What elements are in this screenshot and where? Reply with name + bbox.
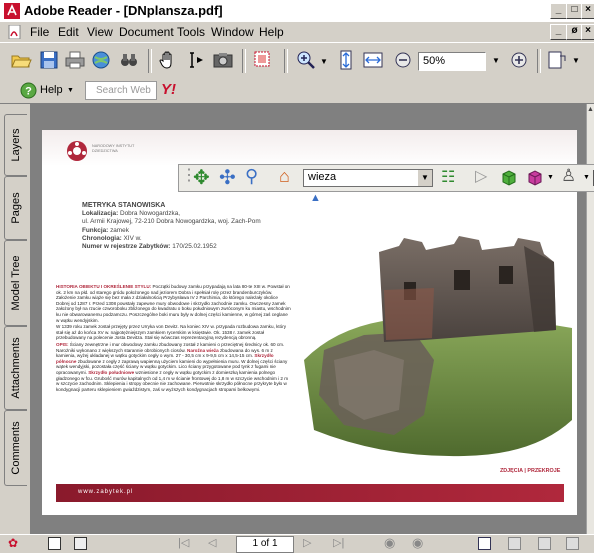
menu-file[interactable]: File [30, 25, 49, 39]
window-title: Adobe Reader - [DNplansza.pdf] [24, 3, 223, 18]
model-tree-toggle-icon[interactable]: ☷ [441, 167, 455, 187]
toolbar-separator [148, 49, 152, 73]
home-view-icon[interactable]: ⌂ [279, 166, 290, 187]
close-button[interactable]: × [581, 3, 594, 19]
institute-logo-icon [67, 141, 87, 161]
toolbar-collapse-triangle-icon[interactable]: ▲ [310, 192, 321, 204]
rotate-chevron-down-icon[interactable]: ▼ [572, 56, 580, 65]
first-page-icon[interactable]: |◁ [178, 536, 189, 549]
last-page-icon[interactable]: ▷| [333, 536, 344, 549]
menu-help[interactable]: Help [259, 25, 284, 39]
castle-3d-model[interactable] [304, 210, 572, 460]
site-metadata: METRYKA STANOWISKA Lokalizacja: Dobra No… [82, 202, 322, 251]
lighting-cube-icon[interactable] [525, 168, 545, 188]
snapshot-camera-icon[interactable] [212, 49, 234, 71]
status-bar: ✿ |◁ ◁ 1 of 1 ▷ ▷| ◉ ◉ [0, 534, 594, 553]
zoom-in-icon[interactable] [508, 49, 530, 71]
menu-edit[interactable]: Edit [58, 25, 79, 39]
facing-layout-icon[interactable] [538, 537, 551, 550]
doc-minimize-button[interactable]: _ [550, 24, 567, 40]
email-globe-icon[interactable] [90, 49, 112, 71]
page-number-field[interactable]: 1 of 1 [236, 536, 294, 553]
tab-comments[interactable]: Comments [4, 410, 27, 486]
rotate-pages-icon[interactable] [546, 49, 568, 71]
zoom-dropdown-chevron-down-icon[interactable]: ▼ [492, 56, 500, 65]
actual-size-icon[interactable] [335, 49, 357, 71]
previous-page-icon[interactable]: ◁ [208, 536, 216, 549]
search-web-placeholder: Search Web [96, 85, 151, 96]
toolbar-separator [284, 49, 288, 73]
tab-layers[interactable]: Layers [4, 114, 27, 176]
yahoo-logo-icon[interactable]: Y! [161, 81, 176, 98]
fit-width-icon[interactable] [362, 49, 384, 71]
tab-pages[interactable]: Pages [4, 176, 27, 240]
print-icon[interactable] [64, 49, 86, 71]
chevron-down-icon[interactable]: ▼ [320, 57, 328, 66]
view-select[interactable]: wieza ▼ [303, 169, 433, 187]
footer-url: www.zabytek.pl [78, 489, 134, 495]
help-chevron-down-icon[interactable]: ▼ [67, 87, 74, 94]
toolbar-separator [242, 49, 246, 73]
view-select-chevron-down-icon[interactable]: ▼ [418, 170, 432, 186]
navigation-panel: Layers Pages Model Tree Attachments Comm… [0, 104, 30, 534]
adobe-reader-icon [4, 3, 20, 19]
institute-logo-text: NARODOWY INSTYTUT DZIEDZICTWA [92, 144, 135, 153]
main-toolbar: ▼ 50% ▼ ▼ [0, 42, 594, 80]
tab-model-tree[interactable]: Model Tree [4, 240, 27, 326]
next-view-icon[interactable]: ◉ [412, 535, 423, 551]
rotate-3d-icon[interactable]: ✥ [193, 165, 210, 190]
continuous-facing-layout-icon[interactable] [566, 537, 579, 550]
3d-toolbar: ⋮ ✥ ✣ ⚲ ⌂ wieza ▼ ☷ ▷ ▼ ♙ ▼ ▼ [178, 164, 594, 192]
select-text-icon[interactable] [184, 49, 206, 71]
pan-3d-icon[interactable]: ✣ [219, 165, 236, 190]
continuous-layout-icon[interactable] [508, 537, 521, 550]
tab-attachments[interactable]: Attachments [4, 326, 27, 410]
play-animation-icon[interactable]: ▷ [475, 166, 487, 186]
page-tools-icon[interactable]: ✿ [8, 536, 18, 550]
continuous-page-icon[interactable] [74, 537, 87, 550]
zoom-in-magnifier-icon[interactable] [295, 49, 317, 71]
menu-window[interactable]: Window [211, 25, 254, 39]
search-web-input[interactable]: Search Web [85, 81, 157, 100]
pdf-page: NARODOWY INSTYTUT DZIEDZICTWA METRYKA ST… [42, 130, 594, 515]
view-select-value: wieza [308, 171, 337, 183]
previous-view-icon[interactable]: ◉ [384, 535, 395, 551]
minimize-button[interactable]: _ [550, 3, 567, 19]
render-mode-cube-icon[interactable] [499, 168, 519, 188]
help-icon[interactable]: ? [20, 82, 37, 99]
zoom-field[interactable]: 50% [418, 52, 486, 71]
menu-tools[interactable]: Tools [177, 25, 205, 39]
footer-links[interactable]: ZDJĘCIA | PRZEKROJE [500, 468, 560, 474]
find-binoculars-icon[interactable] [118, 49, 140, 71]
toolbar-separator [537, 49, 541, 73]
doc-close-button[interactable]: × [581, 24, 594, 40]
help-search-toolbar: ? Help ▼ Search Web Y! [0, 79, 594, 104]
scroll-up-icon[interactable]: ▲ [587, 106, 594, 113]
page-indicator: 1 of 1 [252, 538, 278, 549]
hand-tool-icon[interactable] [157, 49, 179, 71]
description-text: HISTORIA OBIEKTU I OKREŚLENIE STYLU: Poc… [56, 284, 291, 392]
background-chevron-down-icon[interactable]: ▼ [583, 174, 590, 181]
zoom-value: 50% [423, 55, 446, 67]
menu-view[interactable]: View [87, 25, 113, 39]
title-bar: Adobe Reader - [DNplansza.pdf] _ □ × [0, 0, 594, 23]
marquee-zoom-icon[interactable] [252, 49, 274, 71]
svg-text:?: ? [25, 86, 32, 98]
zoom-out-icon[interactable] [392, 49, 414, 71]
menu-document[interactable]: Document [119, 25, 174, 39]
open-folder-icon[interactable] [10, 49, 32, 71]
next-page-icon[interactable]: ▷ [303, 536, 311, 549]
help-label[interactable]: Help [40, 84, 63, 96]
footer-band: www.zabytek.pl [56, 484, 564, 502]
lighting-chevron-down-icon[interactable]: ▼ [547, 174, 554, 181]
save-icon[interactable] [38, 49, 60, 71]
menu-bar: File Edit View Document Tools Window Hel… [0, 22, 594, 42]
pdf-doc-icon [8, 25, 21, 39]
background-color-icon[interactable]: ♙ [561, 166, 576, 186]
single-page-icon[interactable] [48, 537, 61, 550]
metadata-heading: METRYKA STANOWISKA [82, 202, 166, 209]
zoom-3d-icon[interactable]: ⚲ [245, 166, 258, 187]
single-page-layout-icon[interactable] [478, 537, 491, 550]
